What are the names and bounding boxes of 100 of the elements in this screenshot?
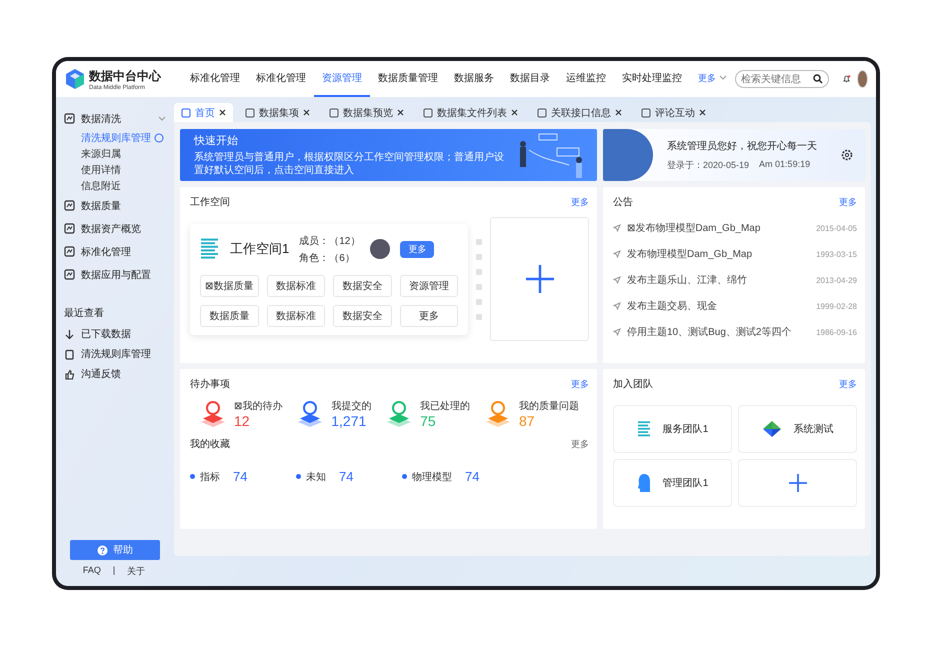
striped-logo-icon (636, 420, 651, 438)
striped-logo-icon (200, 237, 220, 261)
tab-icon (329, 108, 339, 118)
workspace-button[interactable]: 数据质量 (200, 304, 258, 326)
more-link[interactable]: 更多 (571, 196, 589, 208)
more-link[interactable]: 更多 (571, 378, 589, 390)
notice-date: 2013-04-29 (816, 276, 857, 284)
favorite-label: 指标 (200, 470, 220, 484)
more-link[interactable]: 更多 (839, 196, 857, 208)
workspace-button[interactable]: 数据标准 (266, 304, 325, 326)
more-link[interactable]: 更多 (839, 378, 857, 390)
nav-tab[interactable]: 实时处理监控 (614, 61, 690, 97)
nav-tab[interactable]: 资源管理 (314, 61, 370, 97)
info-circle-icon (154, 133, 164, 143)
close-icon[interactable] (511, 109, 518, 116)
search-icon (813, 74, 823, 84)
tab-icon (537, 108, 547, 118)
workspace-button[interactable]: 资源管理 (400, 274, 458, 296)
todo-label: 我已处理的 (420, 400, 470, 413)
notice-date: 1999-02-28 (816, 302, 857, 310)
close-icon[interactable] (303, 109, 310, 116)
more-button[interactable]: 更多 (400, 240, 434, 258)
close-icon[interactable] (397, 109, 404, 116)
team-tile[interactable]: 管理团队1 (613, 459, 732, 507)
nav-more-menu[interactable]: 更多 (690, 61, 735, 97)
todo-label: 我的质量问题 (518, 400, 579, 413)
page-tab[interactable]: 数据集预览 (322, 103, 411, 122)
sidebar-item[interactable]: 数据清洗 (64, 107, 174, 130)
page-tab[interactable]: 数据集项 (238, 103, 317, 122)
more-link[interactable]: 更多 (571, 438, 589, 450)
close-icon[interactable] (219, 109, 226, 116)
page-tab[interactable]: 评论互动 (634, 103, 713, 122)
cube-logo-icon (64, 68, 86, 90)
card-title: 我的收藏 (190, 438, 230, 451)
notice-item[interactable]: 发布主题乐山、江津、绵竹 2013-04-29 (613, 273, 857, 287)
notice-item[interactable]: ⊠发布物理模型Dam_Gb_Map 2015-04-05 (613, 221, 857, 235)
notice-item[interactable]: 停用主题10、测试Bug、测试2等四个 1986-09-16 (613, 325, 857, 339)
sidebar-item[interactable]: 数据应用与配置 (64, 263, 174, 286)
menu-icon (64, 246, 75, 257)
bullet-dot (402, 474, 407, 479)
member-count: 成员：（12） (299, 234, 360, 248)
favorite-count[interactable]: 74 (339, 469, 354, 484)
notice-item[interactable]: 发布主题交易、现金 1999-02-28 (613, 299, 857, 313)
about-link[interactable]: 关于 (127, 565, 146, 578)
todo-count[interactable]: 12 (234, 413, 282, 429)
notice-date: 1986-09-16 (816, 328, 857, 336)
notice-item[interactable]: 发布物理模型Dam_Gb_Map 1993-03-15 (613, 247, 857, 261)
team-tile[interactable]: 服务团队1 (613, 405, 732, 453)
sidebar-subitem[interactable]: 清洗规则库管理 (64, 130, 174, 146)
nav-tab[interactable]: 运维监控 (558, 61, 614, 97)
close-icon[interactable] (615, 109, 622, 116)
settings-icon[interactable] (841, 149, 853, 161)
workspace-name: 工作空间1 (230, 240, 290, 258)
menu-icon (64, 113, 75, 124)
page-tab[interactable]: 数据集文件列表 (416, 103, 525, 122)
nav-tab[interactable]: 数据目录 (502, 61, 558, 97)
send-icon (613, 224, 621, 232)
page-tab[interactable]: 首页 (174, 103, 233, 122)
todo-label: 我提交的 (331, 400, 372, 413)
favorite-label: 物理模型 (412, 470, 452, 484)
send-icon (613, 276, 621, 284)
help-button[interactable]: 帮助 (70, 540, 160, 560)
faq-link[interactable]: FAQ (82, 565, 101, 578)
workspace-button[interactable]: 数据安全 (333, 304, 392, 326)
member-avatar (370, 239, 390, 259)
help-icon (97, 544, 108, 556)
recent-icon (64, 368, 75, 380)
sidebar-subitem[interactable]: 来源归属 (64, 146, 174, 162)
nav-tab[interactable]: 标准化管理 (182, 61, 248, 97)
nav-tab[interactable]: 数据质量管理 (370, 61, 446, 97)
plus-icon (526, 265, 554, 293)
login-date: 登录于：2020-05-19 (667, 158, 750, 172)
favorite-count[interactable]: 74 (233, 469, 248, 484)
team-tile[interactable]: 系统测试 (738, 405, 857, 453)
tab-icon (245, 108, 255, 118)
nav-tab[interactable]: 标准化管理 (248, 61, 314, 97)
nav-tab[interactable]: 数据服务 (446, 61, 502, 97)
sidebar-item[interactable]: 标准化管理 (64, 240, 174, 263)
recent-item[interactable]: 沟通反馈 (64, 364, 174, 384)
favorite-count[interactable]: 74 (465, 469, 480, 484)
recent-item[interactable]: 清洗规则库管理 (64, 344, 174, 364)
page-tab[interactable]: 关联接口信息 (530, 103, 629, 122)
sidebar-subitem[interactable]: 使用详情 (64, 162, 174, 178)
app-title: 数据中台中心 (89, 68, 161, 84)
recent-item[interactable]: 已下载数据 (64, 324, 174, 344)
sidebar-subitem[interactable]: 信息附近 (64, 178, 174, 194)
user-avatar[interactable] (856, 70, 868, 88)
workspace-button[interactable]: 数据标准 (266, 274, 325, 296)
tab-icon (423, 108, 433, 118)
greeting-text: 系统管理员您好，祝您开心每一天 (667, 140, 818, 152)
workspace-button[interactable]: ⊠数据质量 (200, 274, 258, 296)
todo-count[interactable]: 1,271 (331, 413, 372, 429)
sidebar-item[interactable]: 数据质量 (64, 194, 174, 217)
link-separator: | (112, 565, 116, 577)
login-time: Am 01:59:19 (759, 158, 810, 170)
sidebar-item[interactable]: 数据资产概览 (64, 217, 174, 240)
workspace-button[interactable]: 更多 (400, 304, 458, 326)
section-title: 最近查看 (64, 306, 105, 320)
workspace-button[interactable]: 数据安全 (333, 274, 392, 296)
close-icon[interactable] (699, 109, 706, 116)
